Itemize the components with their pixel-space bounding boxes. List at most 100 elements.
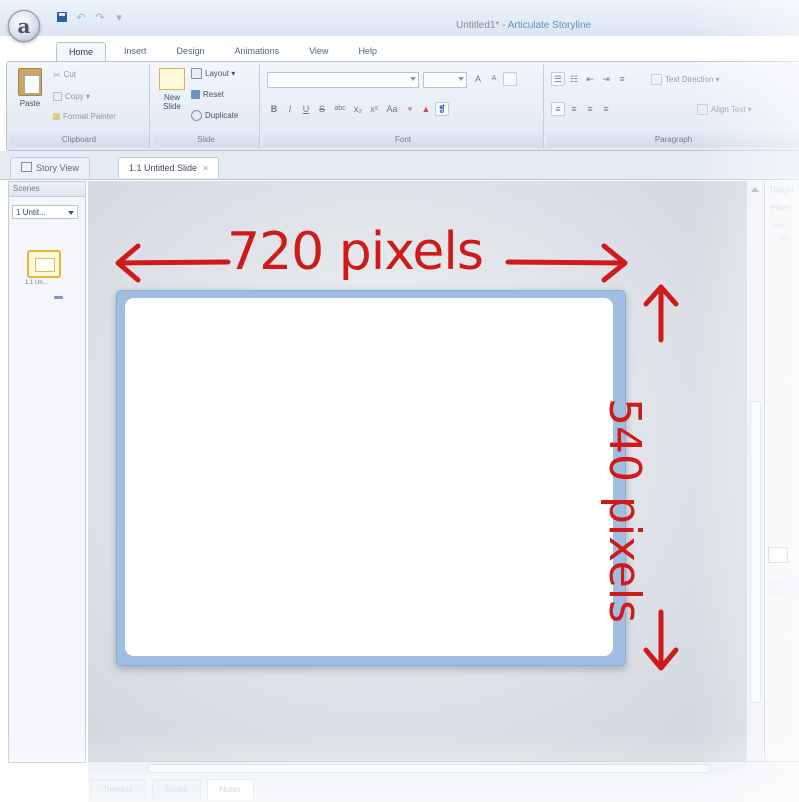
- tab-view[interactable]: View: [297, 42, 340, 60]
- list-controls: ☰ ☷ ⇤ ⇥ ≡: [551, 72, 629, 86]
- tab-animations[interactable]: Animations: [223, 42, 292, 60]
- paste-button[interactable]: Paste: [13, 68, 47, 108]
- numbering-icon[interactable]: ☷: [567, 72, 581, 86]
- format-painter-button[interactable]: Format Painter: [53, 112, 116, 121]
- document-tabs: Story View 1.1 Untitled Slide ×: [0, 151, 799, 180]
- bold-button[interactable]: B: [267, 102, 281, 116]
- font-size-select[interactable]: [423, 72, 467, 88]
- tab-notes[interactable]: Notes: [206, 779, 254, 800]
- new-slide-label-line1: New: [163, 93, 180, 102]
- layout-button[interactable]: Layout ▾: [191, 68, 235, 79]
- text-highlight-icon[interactable]: ▾: [403, 102, 417, 116]
- justify-icon[interactable]: ≡: [599, 102, 613, 116]
- tab-design[interactable]: Design: [165, 42, 217, 60]
- clear-format-button[interactable]: [503, 72, 517, 86]
- paste-icon: [18, 68, 42, 96]
- align-center-icon[interactable]: ≡: [567, 102, 581, 116]
- scrollbar-thumb[interactable]: [750, 401, 761, 703]
- duplicate-label: Duplicate: [205, 111, 239, 120]
- bullets-icon[interactable]: ☰: [551, 72, 565, 86]
- chevron-down-icon: [68, 211, 74, 215]
- slide-tab-label: 1.1 Untitled Slide: [129, 163, 198, 173]
- redo-icon[interactable]: ↷: [94, 11, 106, 24]
- clipboard-group-label: Clipboard: [9, 133, 149, 147]
- trigger-item-detail: Wh: [779, 235, 790, 242]
- slide-group: New Slide Layout ▾ Reset Duplicate Slide: [153, 64, 260, 148]
- font-format-row: B I U S abc x₂ x² Aa ▾ ▲ ❡: [267, 102, 449, 116]
- duplicate-button[interactable]: Duplicate: [191, 110, 238, 121]
- slide-thumbnail[interactable]: [27, 250, 61, 278]
- scenes-header: Scenes: [9, 182, 85, 197]
- tab-home[interactable]: Home: [56, 42, 107, 61]
- document-title: Untitled1* -: [456, 20, 508, 31]
- scenes-panel: Scenes 1 Untit... 1.1 Un...: [8, 181, 86, 763]
- align-left-icon[interactable]: ≡: [551, 102, 565, 116]
- app-name: Articulate Storyline: [507, 20, 592, 31]
- close-tab-icon[interactable]: ×: [203, 163, 208, 173]
- undo-icon[interactable]: ↶: [75, 11, 87, 24]
- text-effects-icon[interactable]: ❡: [435, 102, 449, 116]
- decrease-indent-icon[interactable]: ⇤: [583, 72, 597, 86]
- copy-button[interactable]: Copy ▾: [53, 92, 90, 101]
- superscript-button[interactable]: x²: [367, 102, 381, 116]
- text-direction-label: Text Direction ▾: [665, 75, 720, 84]
- tab-story-view[interactable]: Story View: [10, 157, 90, 178]
- customize-toolbar-icon[interactable]: ▾: [113, 11, 125, 24]
- increase-indent-icon[interactable]: ⇥: [599, 72, 613, 86]
- align-text-icon: [697, 104, 708, 115]
- story-view-icon: [21, 162, 32, 172]
- trigger-item[interactable]: Jum: [771, 223, 784, 230]
- new-slide-button[interactable]: New Slide: [157, 68, 187, 111]
- ribbon: Paste ✂ Cut Copy ▾ Format Painter Clipboa…: [6, 61, 799, 151]
- triggers-panel: Trigger Player Jum Wh: [764, 181, 799, 761]
- brush-icon: [53, 113, 60, 120]
- tab-timeline[interactable]: Timeline: [90, 779, 146, 800]
- text-direction-button[interactable]: Text Direction ▾: [651, 74, 720, 85]
- paragraph-group: ☰ ☷ ⇤ ⇥ ≡ Text Direction ▾ ≡ ≡ ≡ ≡ Align…: [547, 64, 799, 148]
- change-case-button[interactable]: Aa: [383, 102, 401, 116]
- paste-label: Paste: [19, 99, 41, 108]
- cut-label: Cut: [63, 70, 76, 79]
- slide-surface[interactable]: [125, 298, 613, 656]
- quick-access-toolbar: ↶ ↷ ▾: [56, 10, 125, 24]
- subscript-button[interactable]: x₂: [351, 102, 365, 116]
- paragraph-group-label: Paragraph: [547, 133, 799, 147]
- cut-button[interactable]: ✂ Cut: [53, 70, 76, 80]
- font-family-select[interactable]: [267, 72, 419, 88]
- canvas-horizontal-scrollbar[interactable]: [88, 762, 746, 774]
- shrink-font-button[interactable]: A: [487, 72, 501, 86]
- story-view-label: Story View: [36, 163, 79, 173]
- application-menu-button[interactable]: a: [8, 10, 40, 42]
- alignment-controls: ≡ ≡ ≡ ≡: [551, 102, 613, 116]
- tab-untitled-slide[interactable]: 1.1 Untitled Slide ×: [118, 157, 220, 178]
- new-slide-label-line2: Slide: [163, 102, 181, 111]
- scene-select[interactable]: 1 Untit...: [12, 205, 78, 219]
- tab-help[interactable]: Help: [346, 42, 389, 60]
- panel-footer: [769, 579, 799, 597]
- layout-label: Layout ▾: [205, 69, 236, 78]
- italic-button[interactable]: I: [283, 102, 297, 116]
- clipboard-group: Paste ✂ Cut Copy ▾ Format Painter Clipboa…: [9, 64, 150, 148]
- reset-button[interactable]: Reset: [191, 90, 224, 99]
- slide-frame: [116, 290, 626, 666]
- line-spacing-icon[interactable]: ≡: [615, 72, 629, 86]
- tab-insert[interactable]: Insert: [112, 42, 159, 60]
- strikethrough-button[interactable]: S: [315, 102, 329, 116]
- font-color-icon[interactable]: ▲: [419, 102, 433, 116]
- align-text-button[interactable]: Align Text ▾: [697, 104, 752, 115]
- format-painter-label: Format Painter: [63, 112, 116, 121]
- window-title: Untitled1* - Articulate Storyline: [456, 20, 591, 31]
- copy-label: Copy ▾: [65, 92, 90, 101]
- underline-button[interactable]: U: [299, 102, 313, 116]
- save-icon[interactable]: [56, 11, 68, 23]
- panel-button[interactable]: [768, 547, 788, 563]
- canvas-vertical-scrollbar[interactable]: [746, 181, 763, 761]
- grow-font-button[interactable]: A: [471, 72, 485, 86]
- scroll-up-icon[interactable]: [751, 187, 759, 192]
- horizontal-scrollbar-thumb[interactable]: [148, 764, 710, 773]
- tab-states[interactable]: States: [151, 779, 201, 800]
- character-spacing-button[interactable]: abc: [331, 102, 349, 116]
- align-right-icon[interactable]: ≡: [583, 102, 597, 116]
- slide-group-label: Slide: [153, 133, 259, 147]
- reset-icon: [191, 90, 200, 99]
